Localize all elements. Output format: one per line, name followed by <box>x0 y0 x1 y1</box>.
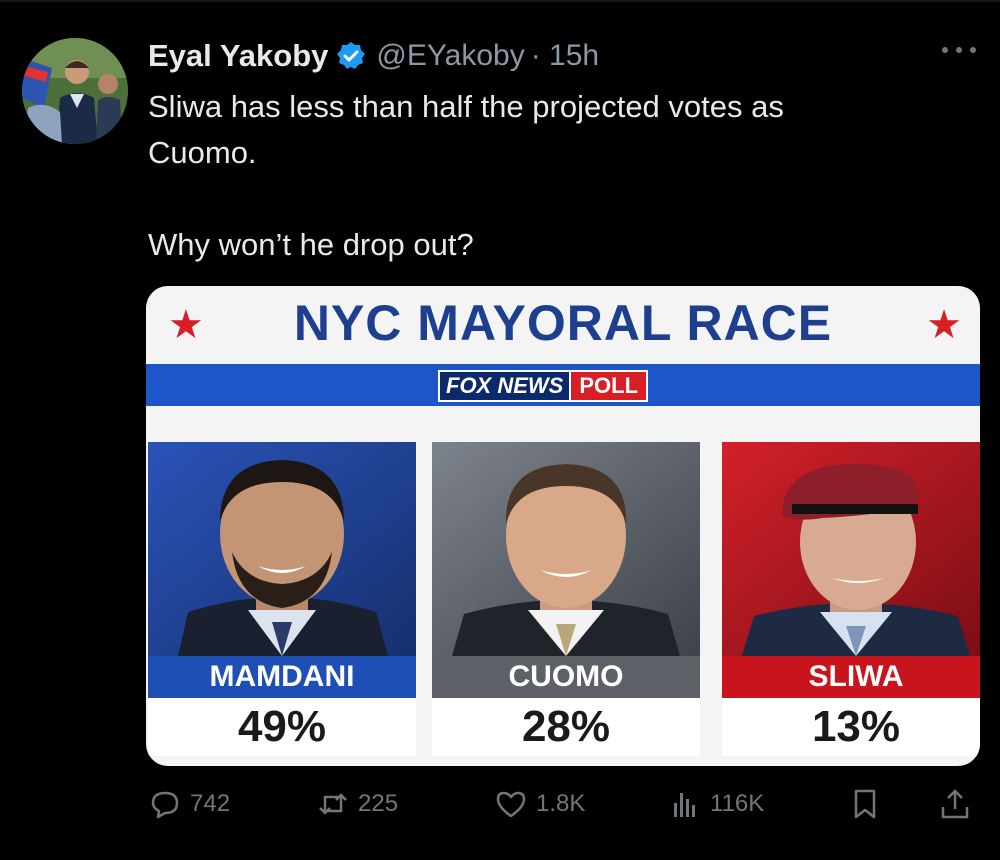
candidate-photo <box>432 442 700 656</box>
like-button[interactable]: 1.8K <box>494 782 585 826</box>
candidate-percent: 49% <box>148 698 416 756</box>
views-count: 116K <box>710 790 765 817</box>
poll-label: POLL <box>569 372 647 400</box>
tweet-text-line: Cuomo. <box>148 135 257 170</box>
views-button[interactable]: 116K <box>668 782 764 826</box>
repost-count: 225 <box>358 790 399 817</box>
tweet-text-line: Sliwa has less than half the projected v… <box>148 89 784 124</box>
repost-button[interactable]: 225 <box>316 782 398 826</box>
poll-title: NYC MAYORAL RACE <box>293 295 833 351</box>
bookmark-button[interactable] <box>848 782 882 826</box>
star-icon: ★ <box>926 303 962 347</box>
candidate-name: SLIWA <box>722 656 980 698</box>
candidate-percent: 28% <box>432 698 700 756</box>
author-handle[interactable]: @EYakoby <box>376 39 524 73</box>
tweet-media-image[interactable]: ★ NYC MAYORAL RACE ★ FOX NEWS POLL MAMDA… <box>146 286 980 766</box>
avatar[interactable] <box>22 38 128 144</box>
bookmark-icon <box>854 789 876 819</box>
candidate-name: CUOMO <box>432 656 700 698</box>
tweet-text-line: Why won’t he drop out? <box>148 227 474 262</box>
candidate-name: MAMDANI <box>148 656 416 698</box>
share-button[interactable] <box>938 782 972 826</box>
reply-count: 742 <box>190 790 231 817</box>
candidate-percent: 13% <box>722 698 980 756</box>
fox-news-poll-logo: FOX NEWS POLL <box>438 370 649 402</box>
repost-icon <box>319 793 347 815</box>
tweet-text: Sliwa has less than half the projected v… <box>148 84 968 268</box>
candidate-card: MAMDANI 49% <box>148 442 416 758</box>
candidate-card: SLIWA 13% <box>722 442 980 758</box>
top-divider <box>0 0 1000 2</box>
tweet-header: Eyal Yakoby @EYakoby · 15h <box>148 36 599 76</box>
avatar-photo <box>22 38 128 144</box>
candidate-photo <box>148 442 416 656</box>
candidate-photo <box>722 442 980 656</box>
timestamp[interactable]: · 15h <box>531 39 599 73</box>
reply-button[interactable]: 742 <box>148 782 230 826</box>
like-count: 1.8K <box>536 790 586 817</box>
candidate-card: CUOMO 28% <box>432 442 700 758</box>
fox-news-label: FOX NEWS <box>440 372 570 400</box>
tweet-action-bar: 742 225 1.8K 116K <box>148 782 978 826</box>
share-icon <box>941 789 969 819</box>
heart-icon <box>496 791 526 818</box>
verified-badge-icon <box>336 41 366 71</box>
reply-icon <box>151 791 179 819</box>
author-name[interactable]: Eyal Yakoby <box>148 38 328 74</box>
more-options-icon[interactable] <box>942 40 976 60</box>
views-icon <box>674 793 695 817</box>
